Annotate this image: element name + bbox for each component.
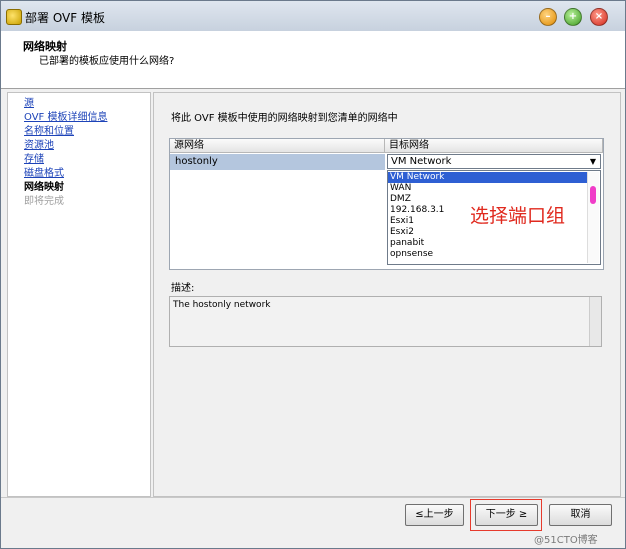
nav-step-source[interactable]: 源: [24, 97, 34, 110]
title-bar[interactable]: 部署 OVF 模板 – + ×: [1, 1, 625, 31]
source-network-cell[interactable]: hostonly: [170, 154, 385, 170]
maximize-button[interactable]: +: [564, 8, 582, 26]
description-text: The hostonly network: [173, 300, 271, 310]
instruction-text: 将此 OVF 模板中使用的网络映射到您清单的网络中: [171, 113, 398, 124]
window-title: 部署 OVF 模板: [25, 11, 105, 25]
dropdown-scrollbar[interactable]: [587, 172, 599, 263]
deploy-ovf-window: 部署 OVF 模板 – + × 网络映射 已部署的模板应使用什么网络? 源 OV…: [0, 0, 626, 549]
nav-step-resource-pool[interactable]: 资源池: [24, 139, 54, 152]
nav-step-storage[interactable]: 存储: [24, 153, 44, 166]
step-subtitle: 已部署的模板应使用什么网络?: [39, 56, 175, 67]
dropdown-option[interactable]: Esxi2: [388, 227, 588, 238]
dropdown-option[interactable]: panabit: [388, 238, 588, 249]
wizard-steps-nav: 源 OVF 模板详细信息 名称和位置 资源池 存储 磁盘格式 网络映射 即将完成: [7, 92, 151, 497]
chevron-down-icon[interactable]: ▼: [588, 156, 598, 167]
annotation-select-port-group: 选择端口组: [470, 205, 566, 227]
dropdown-option[interactable]: WAN: [388, 183, 588, 194]
nav-step-ovf-details[interactable]: OVF 模板详细信息: [24, 111, 107, 124]
target-network-value: VM Network: [391, 156, 452, 167]
nav-step-name-location[interactable]: 名称和位置: [24, 125, 74, 138]
nav-step-network-mapping: 网络映射: [24, 182, 64, 193]
wizard-header: 网络映射 已部署的模板应使用什么网络?: [1, 31, 625, 89]
minimize-button[interactable]: –: [539, 8, 557, 26]
vsphere-app-icon: [6, 9, 22, 25]
description-scrollbar[interactable]: [589, 297, 601, 346]
network-mapping-panel: 将此 OVF 模板中使用的网络映射到您清单的网络中 源网络 目标网络 hosto…: [153, 92, 621, 497]
description-box: The hostonly network: [169, 296, 602, 347]
cancel-button[interactable]: 取消: [549, 504, 612, 526]
description-label: 描述:: [171, 283, 195, 294]
close-button[interactable]: ×: [590, 8, 608, 26]
column-header-target-network[interactable]: 目标网络: [385, 139, 603, 153]
footer-divider: [1, 497, 625, 498]
next-button[interactable]: 下一步 ≥: [475, 504, 538, 526]
watermark: @51CTO博客: [534, 535, 598, 546]
target-network-select[interactable]: VM Network ▼: [387, 154, 601, 169]
nav-step-disk-format[interactable]: 磁盘格式: [24, 167, 64, 180]
dropdown-scroll-thumb[interactable]: [590, 186, 596, 204]
dropdown-option[interactable]: opnsense: [388, 249, 588, 260]
back-button[interactable]: ≤上一步: [405, 504, 464, 526]
column-header-source-network[interactable]: 源网络: [170, 139, 385, 153]
nav-step-ready: 即将完成: [24, 196, 64, 207]
dropdown-option[interactable]: VM Network: [388, 172, 588, 183]
